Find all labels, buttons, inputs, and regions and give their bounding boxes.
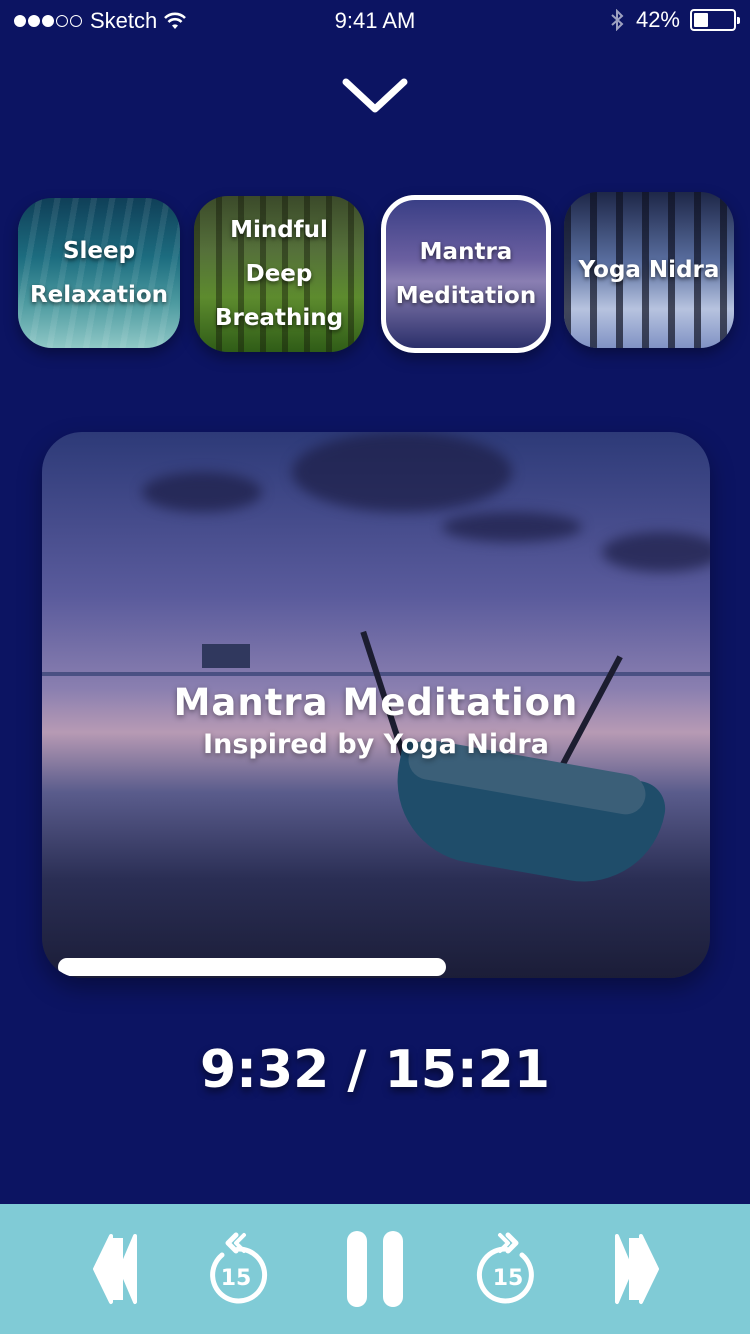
forward-15-button[interactable]: 15	[468, 1204, 544, 1334]
cloud-decoration	[602, 532, 710, 572]
track-label: Yoga Nidra	[578, 257, 720, 283]
cloud-decoration	[442, 512, 582, 542]
chevron-down-icon	[342, 78, 408, 113]
pause-icon	[347, 1231, 403, 1307]
rewind-15-button[interactable]: 15	[200, 1204, 276, 1334]
battery-percent: 42%	[635, 7, 680, 32]
elapsed-duration: 9:32 / 15:21	[199, 1040, 551, 1100]
status-right: 42%	[610, 7, 740, 33]
playback-controls: 15 15	[0, 1204, 750, 1334]
forward-15-icon: 15	[476, 1232, 534, 1304]
rewind-amount: 15	[221, 1266, 252, 1291]
track-label: Mantra Meditation	[395, 239, 537, 309]
track-mantra-meditation[interactable]: Mantra Meditation	[381, 195, 551, 353]
cloud-decoration	[142, 472, 262, 512]
bluetooth-icon	[611, 9, 624, 31]
status-bar: Sketch 9:41 AM 42%	[0, 0, 750, 40]
track-subtitle: Inspired by Yoga Nidra	[203, 729, 549, 760]
previous-track-button[interactable]	[80, 1204, 150, 1334]
battery-icon	[690, 9, 740, 31]
forward-amount: 15	[493, 1266, 524, 1291]
battery-level	[694, 13, 708, 27]
track-label: Sleep Relaxation	[29, 238, 169, 308]
cloud-decoration	[292, 432, 512, 512]
previous-track-icon	[93, 1234, 137, 1304]
track-yoga-nidra[interactable]: Yoga Nidra	[564, 192, 734, 348]
track-sleep-relaxation[interactable]: Sleep Relaxation	[18, 198, 180, 348]
rewind-15-icon: 15	[210, 1232, 268, 1304]
track-mindful-deep-breathing[interactable]: Mindful Deep Breathing	[194, 196, 364, 352]
progress-bar[interactable]	[58, 958, 694, 976]
track-title: Mantra Meditation	[173, 681, 579, 724]
next-track-button[interactable]	[602, 1204, 672, 1334]
track-label: Mindful Deep Breathing	[214, 217, 344, 331]
card-text: Mantra Meditation Inspired by Yoga Nidra	[42, 680, 710, 764]
collapse-button[interactable]	[340, 74, 410, 118]
progress-fill	[58, 958, 446, 976]
pause-button[interactable]	[338, 1204, 412, 1334]
stilt-hut	[202, 644, 250, 668]
now-playing-card: Mantra Meditation Inspired by Yoga Nidra	[42, 432, 710, 978]
next-track-icon	[615, 1234, 659, 1304]
